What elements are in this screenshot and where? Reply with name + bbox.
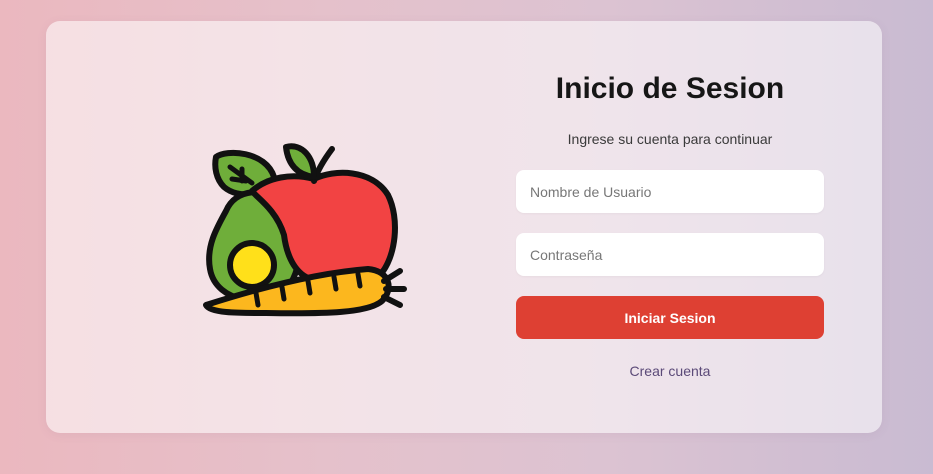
create-account-link[interactable]: Crear cuenta (516, 363, 824, 379)
login-button[interactable]: Iniciar Sesion (516, 296, 824, 339)
fruits-vegetables-icon (203, 143, 407, 317)
password-input[interactable] (516, 233, 824, 276)
login-form: Inicio de Sesion Ingrese su cuenta para … (516, 70, 824, 379)
page-title: Inicio de Sesion (555, 72, 785, 105)
subtitle: Ingrese su cuenta para continuar (567, 131, 773, 147)
username-input[interactable] (516, 170, 824, 213)
